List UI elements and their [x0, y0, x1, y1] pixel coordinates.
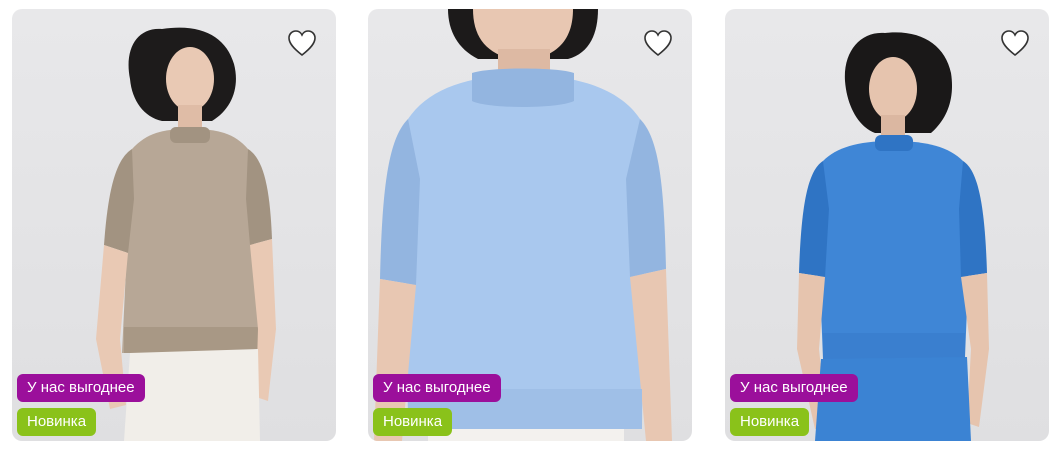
- favorite-button[interactable]: [642, 27, 674, 59]
- heart-outline-icon: [1001, 30, 1029, 57]
- favorite-button[interactable]: [286, 27, 318, 59]
- product-card[interactable]: У нас выгоднее Новинка: [368, 9, 692, 441]
- new-badge: Новинка: [17, 408, 97, 436]
- promo-badge: У нас выгоднее: [730, 374, 858, 402]
- badge-group: У нас выгоднее Новинка: [17, 374, 145, 436]
- heart-outline-icon: [644, 30, 672, 57]
- badge-group: У нас выгоднее Новинка: [373, 374, 501, 436]
- promo-badge: У нас выгоднее: [373, 374, 501, 402]
- product-card[interactable]: У нас выгоднее Новинка: [12, 9, 336, 441]
- heart-outline-icon: [288, 30, 316, 57]
- product-grid: У нас выгоднее Новинка У нас выгоднее Но…: [0, 0, 1054, 450]
- new-badge: Новинка: [730, 408, 810, 436]
- badge-group: У нас выгоднее Новинка: [730, 374, 858, 436]
- promo-badge: У нас выгоднее: [17, 374, 145, 402]
- favorite-button[interactable]: [999, 27, 1031, 59]
- new-badge: Новинка: [373, 408, 453, 436]
- product-card[interactable]: У нас выгоднее Новинка: [725, 9, 1049, 441]
